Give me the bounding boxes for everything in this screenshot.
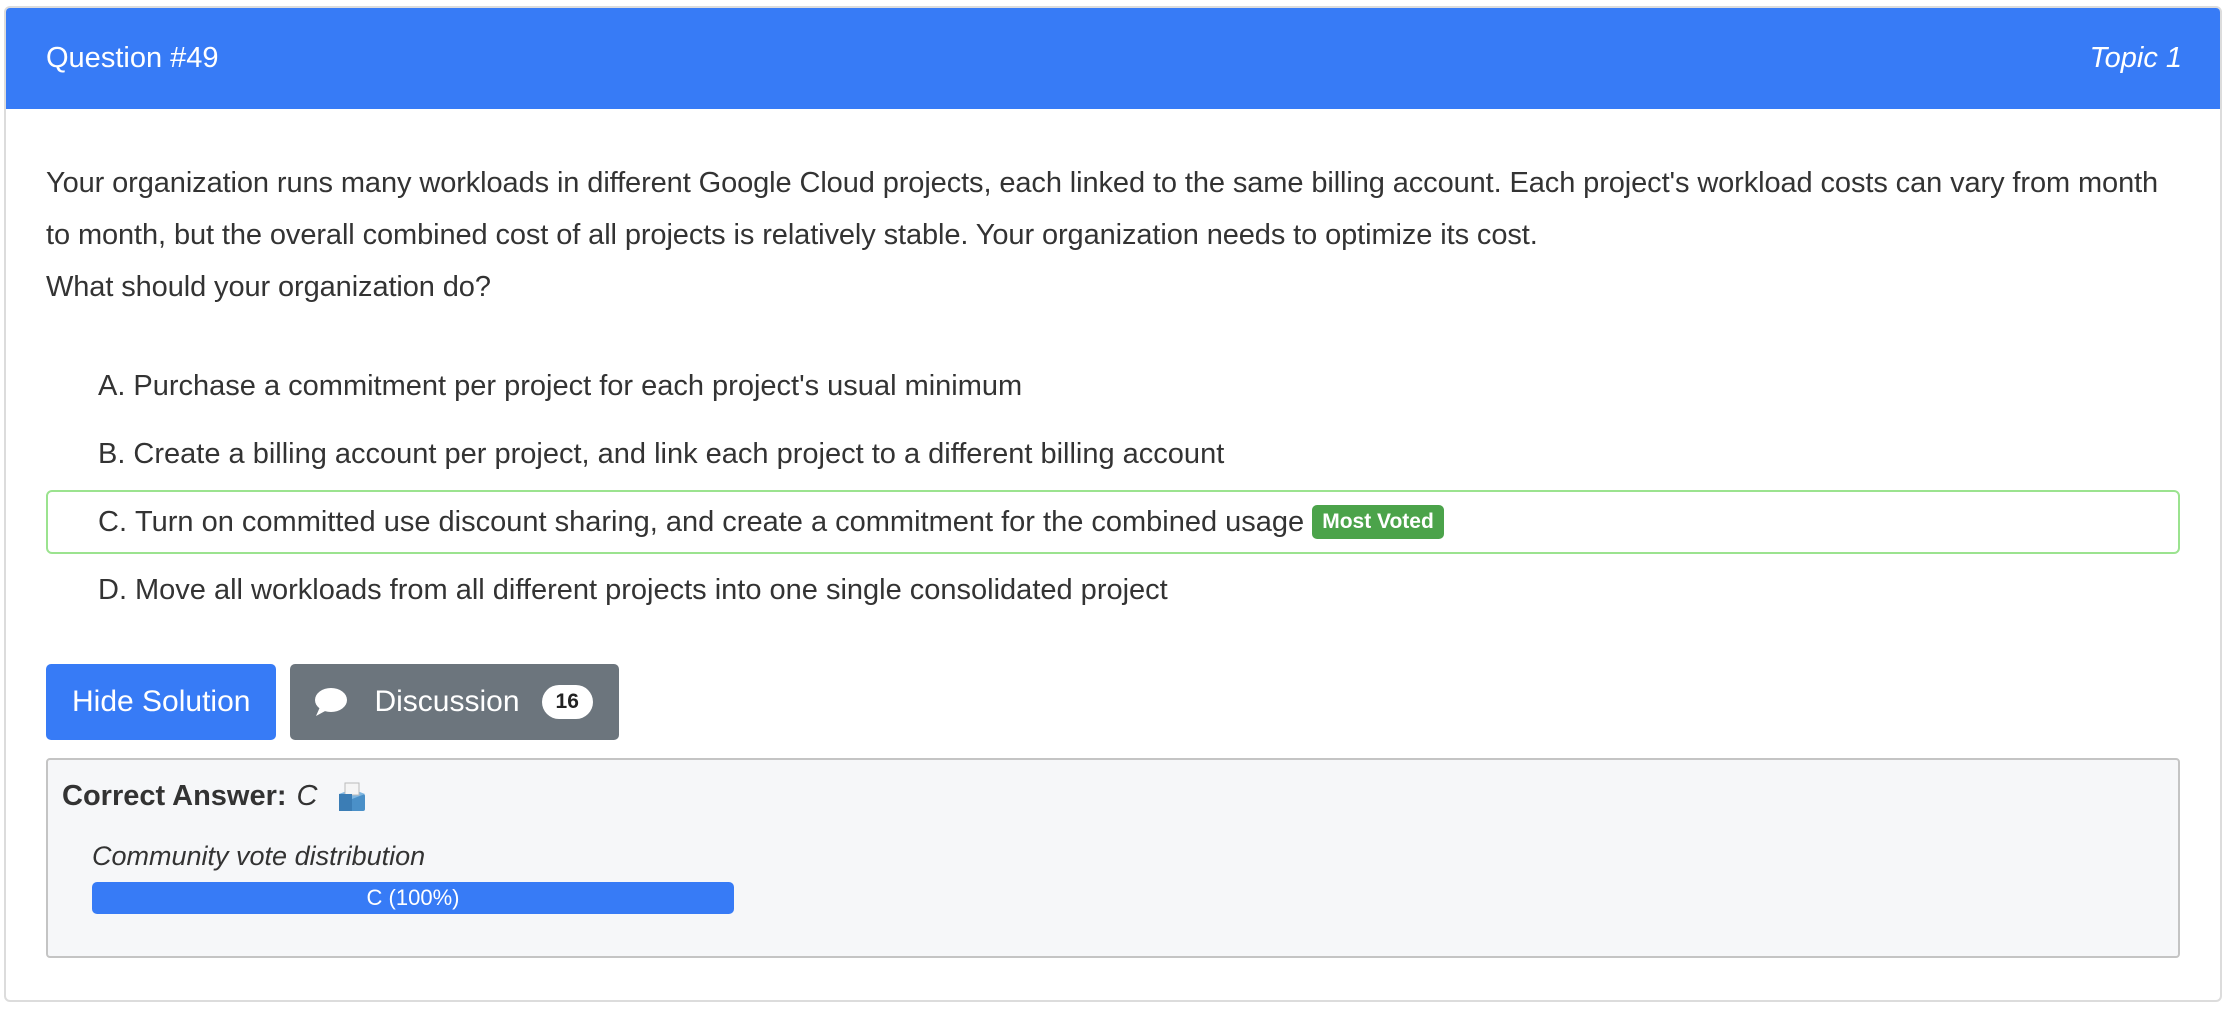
vote-distribution: Community vote distribution C (100%) [62, 841, 2164, 914]
discussion-button[interactable]: Discussion 16 [290, 664, 619, 740]
question-card: Question #49 Topic 1 Your organization r… [4, 6, 2222, 1002]
question-prompt: What should your organization do? [46, 271, 491, 303]
vote-distribution-title: Community vote distribution [92, 841, 426, 871]
question-body: Your organization runs many workloads in… [6, 157, 2220, 958]
hide-solution-button[interactable]: Hide Solution [46, 664, 277, 740]
choice-b[interactable]: B. Create a billing account per project,… [46, 422, 2180, 486]
question-number: Question #49 [46, 42, 219, 74]
vote-bar-track: C (100%) [92, 882, 734, 914]
question-text: Your organization runs many workloads in… [46, 157, 2180, 313]
correct-answer-value: C [296, 780, 318, 812]
vote-bar-c: C (100%) [92, 882, 734, 914]
question-stem: Your organization runs many workloads in… [46, 167, 2159, 251]
action-buttons: Hide Solution Discussion 16 [46, 664, 2180, 740]
choice-letter: A. [98, 369, 126, 402]
choice-letter: B. [98, 437, 126, 470]
topic-label: Topic 1 [2089, 42, 2182, 74]
answer-choices: A. Purchase a commitment per project for… [46, 354, 2180, 622]
ballot-box-icon [336, 781, 368, 813]
choice-text: Create a billing account per project, an… [133, 437, 1225, 470]
choice-letter: D. [98, 573, 127, 606]
question-header: Question #49 Topic 1 [6, 8, 2220, 109]
correct-answer-label: Correct Answer: [62, 780, 287, 812]
choice-d[interactable]: D. Move all workloads from all different… [46, 558, 2180, 622]
choice-c[interactable]: C. Turn on committed use discount sharin… [46, 490, 2180, 554]
correct-answer-line: Correct Answer: C [62, 780, 2164, 813]
choice-text: Move all workloads from all different pr… [135, 573, 1168, 606]
correct-answer-box: Correct Answer: C Community vote distrib… [46, 758, 2180, 958]
choice-text: Purchase a commitment per project for ea… [133, 369, 1023, 402]
discussion-label: Discussion [374, 685, 520, 718]
chat-bubble-icon [314, 687, 348, 717]
choice-text: Turn on committed use discount sharing, … [135, 505, 1305, 538]
choice-letter: C. [98, 505, 127, 538]
discussion-count-badge: 16 [541, 685, 593, 719]
choice-a[interactable]: A. Purchase a commitment per project for… [46, 354, 2180, 418]
most-voted-badge: Most Voted [1312, 505, 1444, 539]
